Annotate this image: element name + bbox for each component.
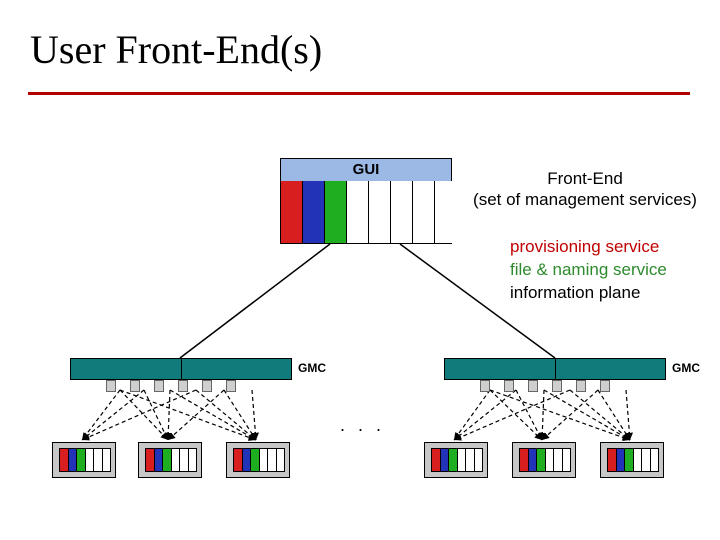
gmc-bar-left [70, 358, 292, 380]
provisioning-service-label: provisioning service [510, 236, 667, 259]
gmc-label-right: GMC [672, 361, 700, 375]
gui-header: GUI [281, 159, 451, 182]
compute-node [424, 442, 488, 478]
gmc-stubs-left [106, 380, 236, 392]
title-underline [28, 92, 690, 95]
compute-node [512, 442, 576, 478]
gui-block: GUI [280, 158, 452, 244]
cluster-ellipsis: . . . [340, 415, 385, 436]
compute-node [226, 442, 290, 478]
gmc-label-left: GMC [298, 361, 326, 375]
gmc-stubs-right [480, 380, 610, 392]
gui-service-bars [281, 181, 456, 243]
gmc-bar-right [444, 358, 666, 380]
information-plane-label: information plane [510, 282, 667, 305]
compute-node [138, 442, 202, 478]
slide-title: User Front-End(s) [30, 26, 322, 73]
compute-node [52, 442, 116, 478]
frontend-label: Front-End (set of management services) [460, 168, 710, 211]
service-list: provisioning service file & naming servi… [510, 236, 667, 305]
file-naming-service-label: file & naming service [510, 259, 667, 282]
compute-node [600, 442, 664, 478]
